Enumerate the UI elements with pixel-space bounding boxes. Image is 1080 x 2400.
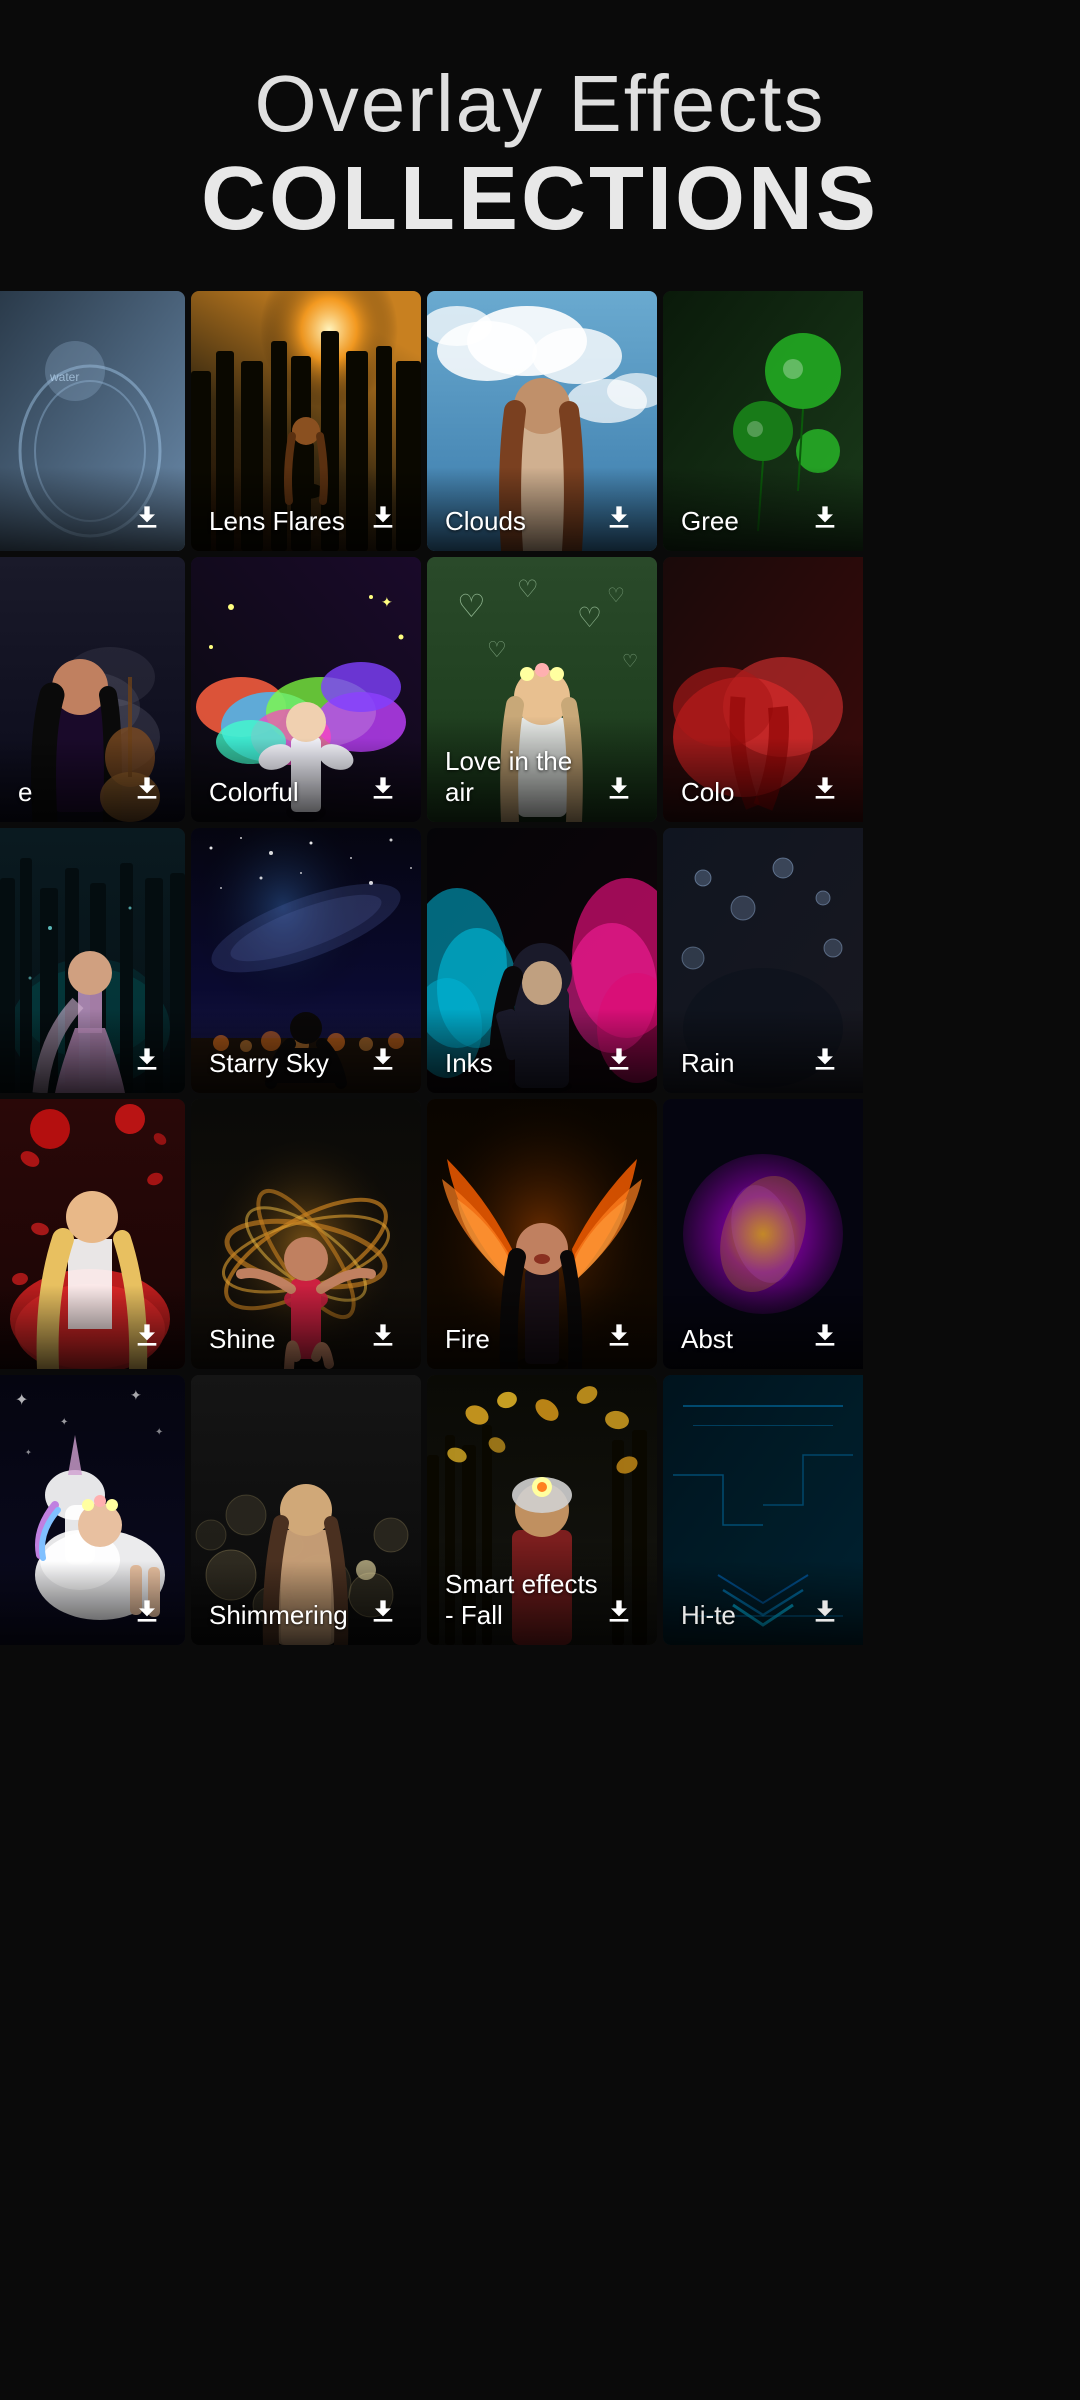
card-label-unicorn bbox=[0, 1561, 185, 1645]
card-name-rain: Rain bbox=[681, 1048, 734, 1079]
card-name-clouds: Clouds bbox=[445, 506, 526, 537]
card-label-inks: Inks bbox=[427, 1009, 657, 1093]
download-button-rain[interactable] bbox=[805, 1039, 845, 1079]
grid-row-3: Starry Sky bbox=[0, 828, 1080, 1093]
card-label-fire: Fire bbox=[427, 1285, 657, 1369]
card-colorful[interactable]: ✦ Colorful bbox=[191, 557, 421, 822]
download-button-clouds[interactable] bbox=[599, 497, 639, 537]
card-green[interactable]: Gree bbox=[663, 291, 863, 551]
grid-row-5: ✦ ✦ ✦ ✦ ✦ bbox=[0, 1375, 1080, 1645]
card-label-water-horse bbox=[0, 467, 185, 551]
card-label-rose-petals bbox=[0, 1285, 185, 1369]
card-guitar[interactable]: e bbox=[0, 557, 185, 822]
card-label-fantasy-forest bbox=[0, 1009, 185, 1093]
svg-text:✦: ✦ bbox=[381, 594, 393, 610]
card-rose-petals[interactable] bbox=[0, 1099, 185, 1369]
svg-text:♡: ♡ bbox=[517, 576, 539, 603]
download-button-abstract[interactable] bbox=[805, 1315, 845, 1355]
download-button-green[interactable] bbox=[805, 497, 845, 537]
card-label-color-splash: Colo bbox=[663, 738, 863, 822]
grid-row-2: e bbox=[0, 557, 1080, 822]
header: Overlay Effects COLLECTIONS bbox=[0, 0, 1080, 291]
card-label-smart-effects-fall: Smart effects - Fall bbox=[427, 1539, 657, 1645]
header-subtitle: COLLECTIONS bbox=[20, 148, 1060, 251]
card-unicorn[interactable]: ✦ ✦ ✦ ✦ ✦ bbox=[0, 1375, 185, 1645]
download-button-water-horse[interactable] bbox=[127, 497, 167, 537]
card-label-shimmering: Shimmering bbox=[191, 1561, 421, 1645]
download-button-hi-tech[interactable] bbox=[805, 1591, 845, 1631]
download-button-unicorn[interactable] bbox=[127, 1591, 167, 1631]
card-label-love-in-air: Love in the air bbox=[427, 716, 657, 822]
download-button-rose-petals[interactable] bbox=[127, 1315, 167, 1355]
card-shine[interactable]: Shine bbox=[191, 1099, 421, 1369]
card-hi-tech[interactable]: Hi-te bbox=[663, 1375, 863, 1645]
card-name-shimmering: Shimmering bbox=[209, 1600, 348, 1631]
download-button-fantasy-forest[interactable] bbox=[127, 1039, 167, 1079]
svg-text:✦: ✦ bbox=[25, 1448, 32, 1457]
download-button-smart-effects-fall[interactable] bbox=[599, 1591, 639, 1631]
card-name-colorful: Colorful bbox=[209, 777, 299, 808]
card-love-in-air[interactable]: ♡ ♡ ♡ ♡ ♡ ♡ bbox=[427, 557, 657, 822]
card-rain[interactable]: Rain bbox=[663, 828, 863, 1093]
download-button-fire[interactable] bbox=[599, 1315, 639, 1355]
card-starry-sky[interactable]: Starry Sky bbox=[191, 828, 421, 1093]
grid-row-4: Shine bbox=[0, 1099, 1080, 1369]
card-name-inks: Inks bbox=[445, 1048, 493, 1079]
card-name-fire: Fire bbox=[445, 1324, 490, 1355]
svg-text:♡: ♡ bbox=[487, 637, 507, 662]
svg-text:♡: ♡ bbox=[457, 588, 486, 624]
svg-text:♡: ♡ bbox=[607, 585, 625, 607]
card-name-smart-effects-fall: Smart effects - Fall bbox=[445, 1569, 599, 1631]
card-label-rain: Rain bbox=[663, 1009, 863, 1093]
card-name-abstract: Abst bbox=[681, 1324, 733, 1355]
svg-text:✦: ✦ bbox=[130, 1387, 142, 1403]
download-button-shimmering[interactable] bbox=[363, 1591, 403, 1631]
download-button-color-splash[interactable] bbox=[805, 768, 845, 808]
svg-text:✦: ✦ bbox=[155, 1427, 163, 1438]
card-name-shine: Shine bbox=[209, 1324, 276, 1355]
download-button-inks[interactable] bbox=[599, 1039, 639, 1079]
grid-row-1: water bbox=[0, 291, 1080, 551]
card-name-hi-tech: Hi-te bbox=[681, 1600, 736, 1631]
app-container: Overlay Effects COLLECTIONS w bbox=[0, 0, 1080, 1645]
card-name-starry-sky: Starry Sky bbox=[209, 1048, 329, 1079]
card-label-guitar: e bbox=[0, 738, 185, 822]
card-name-lens-flares: Lens Flares bbox=[209, 506, 345, 537]
card-clouds[interactable]: Clouds bbox=[427, 291, 657, 551]
collections-grid: water bbox=[0, 291, 1080, 1645]
card-fire[interactable]: Fire bbox=[427, 1099, 657, 1369]
card-name-color-splash: Colo bbox=[681, 777, 734, 808]
download-button-lens-flares[interactable] bbox=[363, 497, 403, 537]
svg-text:water: water bbox=[49, 370, 79, 384]
card-shimmering[interactable]: Shimmering bbox=[191, 1375, 421, 1645]
card-water-horse[interactable]: water bbox=[0, 291, 185, 551]
card-lens-flares[interactable]: Lens Flares bbox=[191, 291, 421, 551]
card-label-starry-sky: Starry Sky bbox=[191, 1009, 421, 1093]
card-inks[interactable]: Inks bbox=[427, 828, 657, 1093]
download-button-guitar[interactable] bbox=[127, 768, 167, 808]
card-name-guitar: e bbox=[18, 777, 32, 808]
download-button-love-in-air[interactable] bbox=[599, 768, 639, 808]
card-label-lens-flares: Lens Flares bbox=[191, 467, 421, 551]
card-color-splash[interactable]: Colo bbox=[663, 557, 863, 822]
download-button-starry-sky[interactable] bbox=[363, 1039, 403, 1079]
card-label-abstract: Abst bbox=[663, 1285, 863, 1369]
card-label-clouds: Clouds bbox=[427, 467, 657, 551]
card-name-green: Gree bbox=[681, 506, 739, 537]
card-fantasy-forest[interactable] bbox=[0, 828, 185, 1093]
header-title: Overlay Effects bbox=[20, 60, 1060, 148]
card-name-love-in-air: Love in the air bbox=[445, 746, 599, 808]
svg-text:✦: ✦ bbox=[15, 1392, 28, 1409]
card-abstract[interactable]: Abst bbox=[663, 1099, 863, 1369]
card-smart-effects-fall[interactable]: Smart effects - Fall bbox=[427, 1375, 657, 1645]
card-label-green: Gree bbox=[663, 467, 863, 551]
svg-text:♡: ♡ bbox=[577, 602, 602, 633]
download-button-colorful[interactable] bbox=[363, 768, 403, 808]
card-label-shine: Shine bbox=[191, 1285, 421, 1369]
svg-text:♡: ♡ bbox=[622, 651, 638, 671]
card-label-colorful: Colorful bbox=[191, 738, 421, 822]
svg-text:✦: ✦ bbox=[60, 1417, 68, 1428]
download-button-shine[interactable] bbox=[363, 1315, 403, 1355]
card-label-hi-tech: Hi-te bbox=[663, 1561, 863, 1645]
